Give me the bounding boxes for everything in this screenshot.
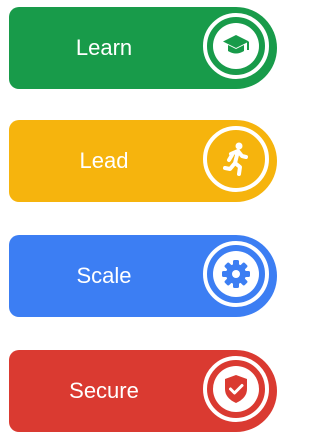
lead-label: Lead [79, 148, 129, 173]
shield-check-icon [203, 356, 269, 422]
learn-label: Learn [75, 35, 133, 60]
running-person-icon [203, 126, 269, 192]
scale-pill-button[interactable]: Scale [9, 235, 277, 317]
feature-pill-stack: Learn Lead Scale Secure [0, 0, 282, 439]
learn-pill-button[interactable]: Learn [9, 7, 277, 89]
secure-label: Secure [69, 378, 139, 403]
secure-pill-button[interactable]: Secure [9, 350, 277, 432]
graduation-cap-icon [203, 13, 269, 79]
gear-icon [203, 241, 269, 307]
lead-pill-button[interactable]: Lead [9, 120, 277, 202]
scale-label: Scale [76, 263, 132, 288]
